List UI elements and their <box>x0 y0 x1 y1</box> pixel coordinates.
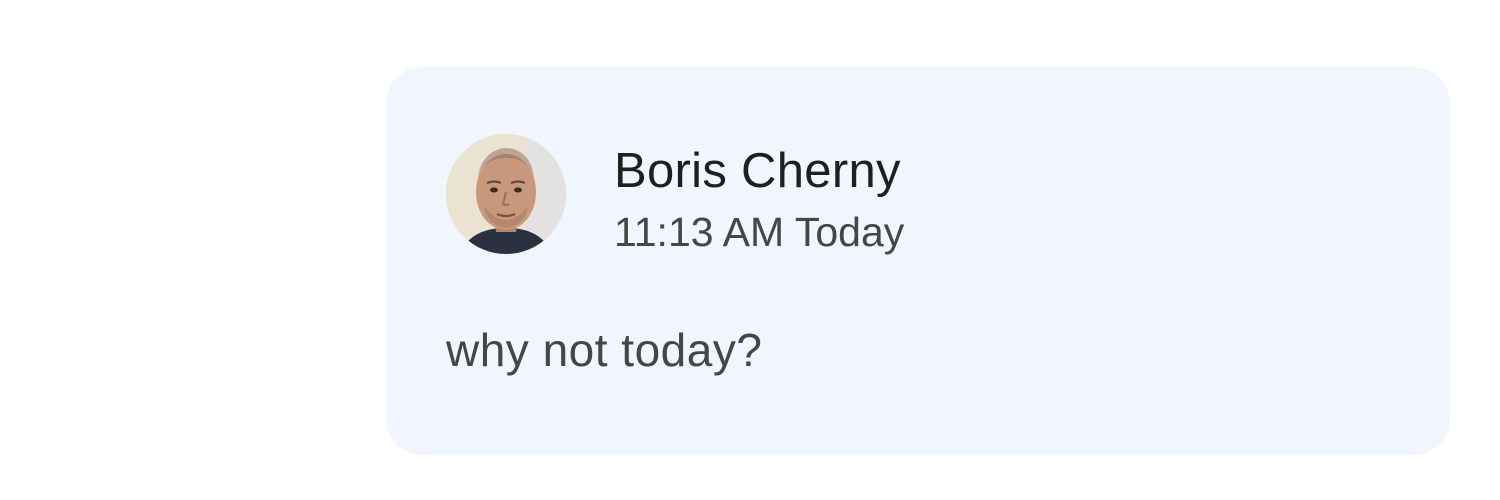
avatar[interactable] <box>446 134 566 254</box>
message-body: why not today? <box>446 324 763 376</box>
message-timestamp: 11:13 AM Today <box>614 209 905 255</box>
message-card: Boris Cherny 11:13 AM Today why not toda… <box>386 67 1450 455</box>
page: Boris Cherny 11:13 AM Today why not toda… <box>0 0 1500 500</box>
sender-name: Boris Cherny <box>614 144 901 198</box>
avatar-photo-icon <box>446 134 566 254</box>
